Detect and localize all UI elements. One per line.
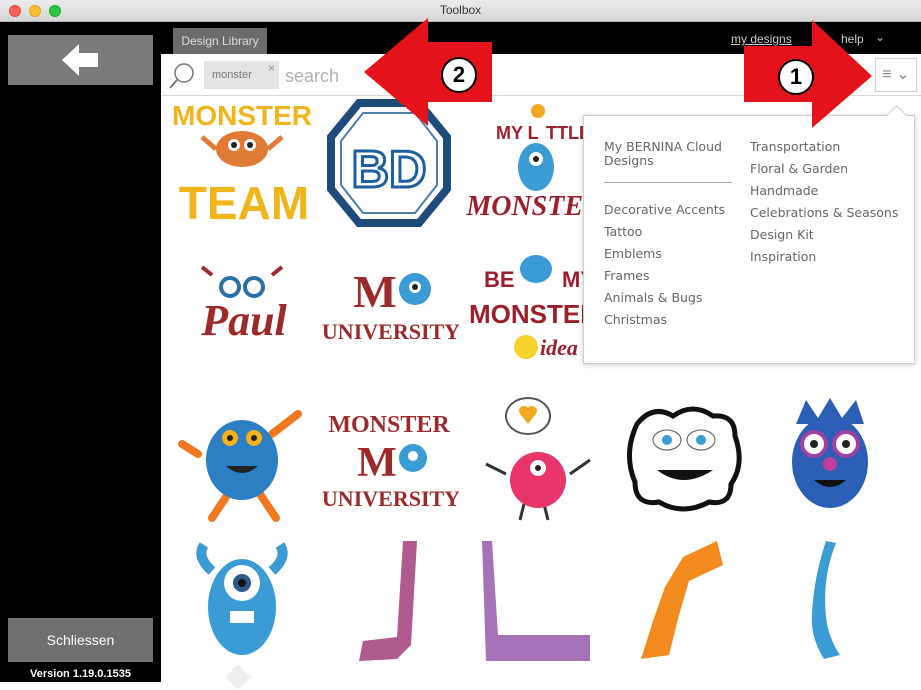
category-item[interactable]: Christmas: [604, 313, 734, 327]
category-column-1: My BERNINA Cloud Designs Decorative Acce…: [604, 140, 734, 335]
design-orange-stripe[interactable]: [613, 537, 757, 673]
design-text: M: [357, 440, 397, 486]
version-label: Version 1.19.0.1535: [30, 668, 131, 680]
annotation-arrow-2-icon: [364, 18, 492, 126]
design-blue-monster-arms-up[interactable]: [172, 394, 316, 530]
category-item[interactable]: Emblems: [604, 247, 734, 261]
design-text: MONSTER: [466, 191, 602, 222]
design-text: MONSTER: [328, 412, 450, 438]
dropdown-divider: [604, 182, 732, 183]
design-blue-stripe[interactable]: [760, 537, 904, 673]
design-text: UNIVERSITY: [322, 319, 459, 344]
design-blue-cyclops-monster[interactable]: [172, 537, 316, 673]
design-text: BE: [484, 267, 515, 292]
design-paul[interactable]: Paul: [172, 245, 316, 381]
search-filter-chip[interactable]: monster ×: [204, 61, 279, 89]
category-item[interactable]: Floral & Garden: [750, 162, 900, 176]
annotation-callout-1: 1: [778, 59, 814, 95]
category-dropdown: My BERNINA Cloud Designs Decorative Acce…: [583, 104, 915, 364]
close-button[interactable]: Schliessen: [8, 618, 153, 662]
category-item-bernina-cloud[interactable]: My BERNINA Cloud Designs: [604, 140, 734, 168]
category-item[interactable]: Transportation: [750, 140, 900, 154]
back-button[interactable]: [8, 35, 153, 85]
back-arrow-icon: [62, 44, 98, 76]
category-item[interactable]: Inspiration: [750, 250, 900, 264]
design-monster-university[interactable]: MONSTER M UNIVERSITY: [319, 394, 463, 530]
category-item[interactable]: Animals & Bugs: [604, 291, 734, 305]
category-column-2: Transportation Floral & Garden Handmade …: [750, 140, 900, 272]
design-pink-monster-heart[interactable]: [466, 394, 610, 530]
design-text: UNIVERSITY: [322, 486, 459, 511]
design-text: MONSTER: [469, 299, 599, 329]
design-lilac-stripe[interactable]: [466, 537, 610, 673]
design-text: MONSTER: [172, 100, 312, 131]
tab-design-library[interactable]: Design Library: [173, 28, 267, 54]
design-text: MY L: [496, 123, 539, 143]
category-item[interactable]: Frames: [604, 269, 734, 283]
category-item[interactable]: Design Kit: [750, 228, 900, 242]
design-blue-fuzzy-monster[interactable]: [760, 394, 904, 530]
search-icon[interactable]: [167, 61, 197, 91]
design-cloud-face[interactable]: [613, 394, 757, 530]
chip-remove-icon[interactable]: ×: [268, 54, 275, 82]
design-text: BD: [351, 141, 426, 199]
design-text: TEAM: [179, 177, 309, 227]
category-item[interactable]: Tattoo: [604, 225, 734, 239]
category-item[interactable]: Decorative Accents: [604, 203, 734, 217]
design-monster-team[interactable]: MONSTER TEAM: [172, 97, 316, 233]
category-item[interactable]: Celebrations & Seasons: [750, 206, 900, 220]
sidebar: Schliessen Version 1.19.0.1535: [0, 22, 161, 682]
annotation-callout-2: 2: [441, 57, 477, 93]
design-text: idea: [540, 335, 578, 360]
design-text: M: [353, 266, 396, 317]
chip-label: monster: [212, 69, 252, 81]
design-m-university[interactable]: M UNIVERSITY: [319, 245, 463, 381]
category-item[interactable]: Handmade: [750, 184, 900, 198]
design-purple-stripe[interactable]: [319, 537, 463, 673]
category-menu-button[interactable]: ≡ ⌄: [875, 58, 917, 92]
design-text: Paul: [200, 296, 287, 345]
